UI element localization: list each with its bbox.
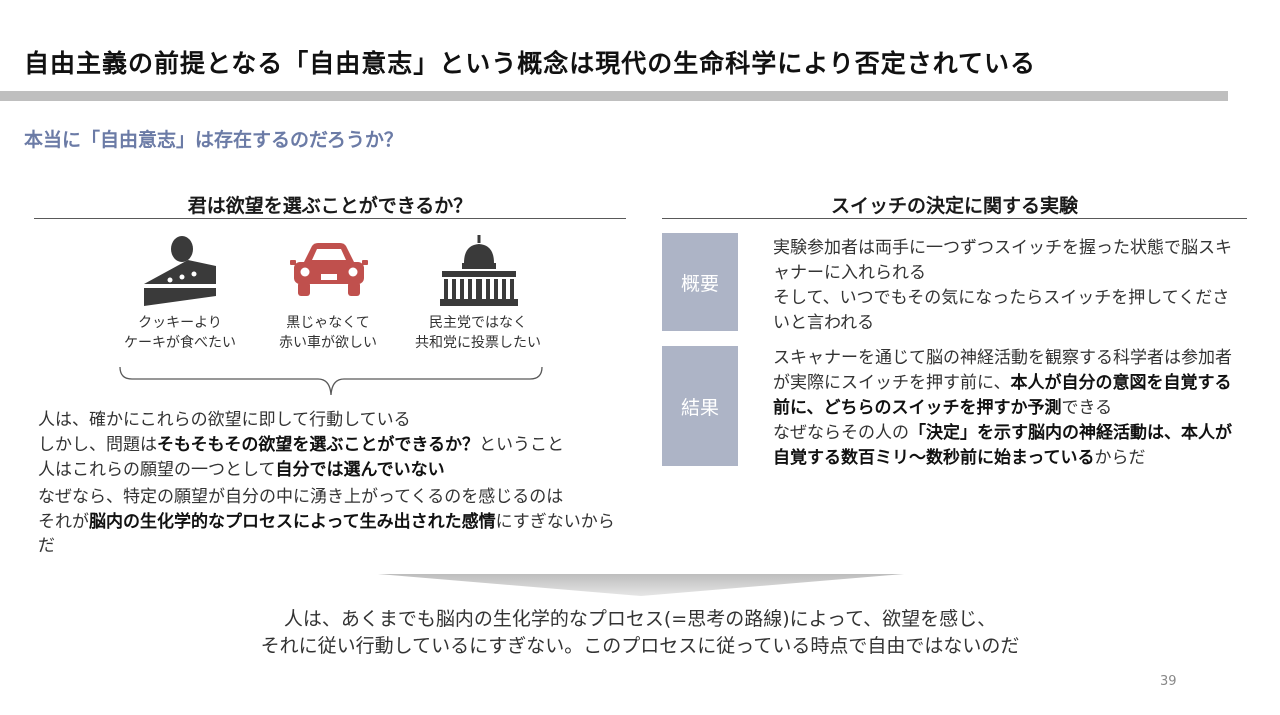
page-number: 39 (1160, 674, 1177, 689)
left-section-heading: 君は欲望を選ぶことができるか？ (187, 195, 473, 217)
car-icon (290, 243, 368, 296)
cake-caption: クッキーより ケーキが食べたい (124, 315, 236, 351)
capitol-caption: 民主党ではなく 共和党に投票したい (415, 315, 541, 351)
curly-brace (119, 366, 543, 396)
overview-text: 実験参加者は両手に一つずつスイッチを握った状態で脳スキャナーに入れられる そして… (773, 238, 1232, 333)
slide-title: 自由主義の前提となる「自由意志」という概念は現代の生命科学により否定されている (24, 49, 1037, 78)
cake-icon (144, 236, 216, 306)
title-underline-bar (0, 91, 1228, 101)
slide-subtitle: 本当に「自由意志」は存在するのだろうか？ (24, 129, 403, 151)
left-body-text: 人は、確かにこれらの欲望に即して行動している しかし、問題はそもそもその欲望を選… (38, 408, 628, 558)
body-line: しかし、問題はそもそもその欲望を選ぶことができるか？ということ (38, 435, 564, 455)
overview-label: 概要 (662, 233, 738, 331)
conclusion-text: 人は、あくまでも脳内の生化学的なプロセス(=思考の路線)によって、欲望を感じ、 … (260, 608, 1020, 657)
result-text: スキャナーを通じて脳の神経活動を観察する科学者は参加者が実際にスイッチを押す前に… (773, 348, 1232, 468)
car-caption: 黒じゃなくて 赤い車が欲しい (279, 315, 377, 351)
body-line: 人はこれらの願望の一つとして自分では選んでいない (38, 460, 445, 480)
left-heading-rule (34, 218, 626, 219)
right-heading-rule (662, 218, 1247, 219)
body-line: それが脳内の生化学的なプロセスによって生み出された感情にすぎないからだ (38, 512, 615, 556)
right-section-heading: スイッチの決定に関する実験 (830, 195, 1078, 217)
capitol-icon (440, 235, 518, 306)
down-arrow-icon (378, 574, 904, 596)
body-line: なぜなら、特定の願望が自分の中に湧き上がってくるのを感じるのは (38, 487, 564, 507)
body-line: 人は、確かにこれらの欲望に即して行動している (38, 410, 411, 430)
result-label: 結果 (662, 346, 738, 466)
